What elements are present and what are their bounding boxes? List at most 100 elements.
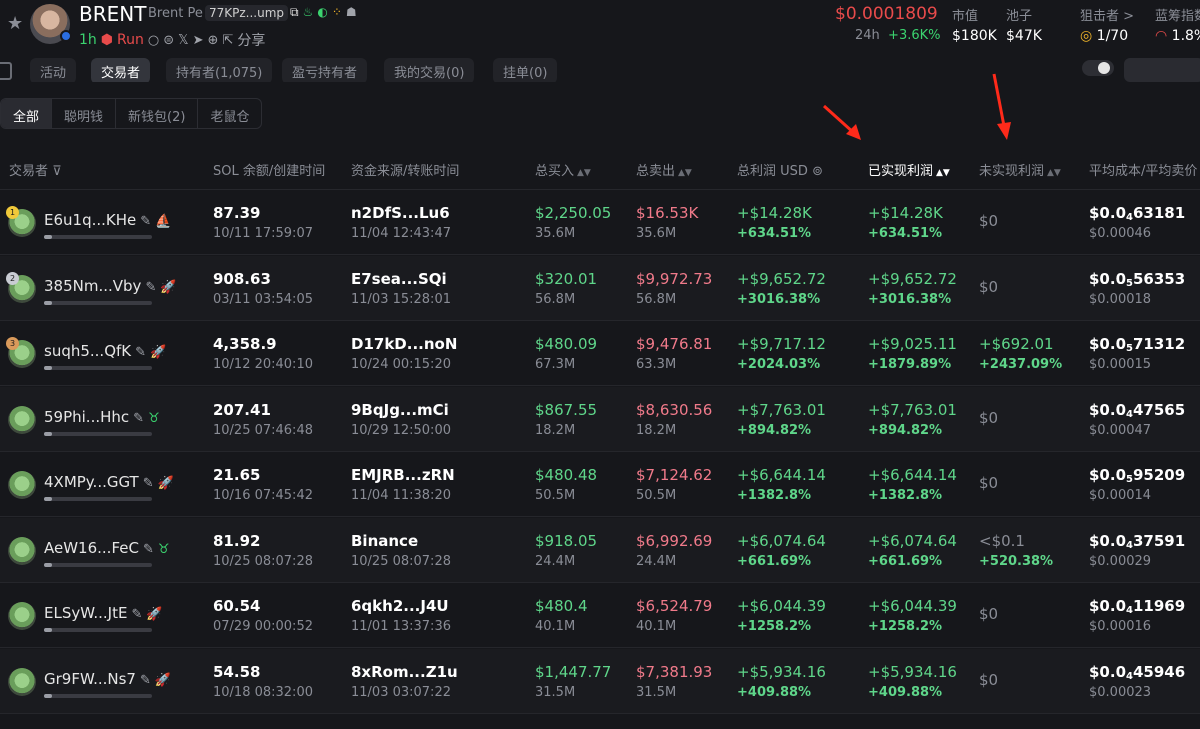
- avg-cost-prefix: $0.0: [1089, 400, 1127, 419]
- filter-insider[interactable]: 老鼠仓: [198, 99, 261, 128]
- trader-address-text: Gr9FW...Ns7: [44, 669, 136, 688]
- col-trader[interactable]: 交易者 ⊽: [9, 160, 62, 179]
- buy-amount: 50.5M: [535, 488, 576, 503]
- tab-traders[interactable]: 交易者: [91, 58, 151, 82]
- col-total-profit-label: 总利润 USD: [737, 164, 808, 179]
- funding-source[interactable]: n2DfS...Lu6: [351, 204, 450, 222]
- sol-balance: 21.65: [213, 466, 261, 484]
- col-sol-balance[interactable]: SOL 余额/创建时间: [213, 160, 325, 179]
- sort-icon[interactable]: ▲▼: [678, 168, 692, 178]
- trader-address[interactable]: 4XMPy...GGT ✎ 🚀: [44, 473, 174, 491]
- trader-address-text: ELSyW...JtE: [44, 604, 128, 622]
- token-address[interactable]: 77KPz...ump: [205, 5, 289, 21]
- funding-source[interactable]: 9BqJg...mCi: [351, 401, 449, 419]
- select-checkbox[interactable]: [0, 62, 12, 80]
- star-icon[interactable]: ★: [7, 13, 23, 34]
- edit-icon[interactable]: ✎: [133, 411, 144, 426]
- realized-profit: +$9,025.11: [868, 335, 957, 353]
- sort-icon[interactable]: ▲▼: [1047, 168, 1061, 178]
- tab-pnl-holders[interactable]: 盈亏持有者: [282, 58, 368, 82]
- tab-action-button[interactable]: [1124, 58, 1200, 82]
- tab-orders[interactable]: 挂单(0): [493, 58, 558, 82]
- x-icon[interactable]: 𝕏: [178, 33, 188, 48]
- funding-source[interactable]: Binance: [351, 532, 418, 550]
- sell-amount: 50.5M: [636, 488, 677, 503]
- table-row[interactable]: 2 385Nm...Vby ✎ 🚀 908.63 03/11 03:54:05 E7sea.…: [0, 255, 1200, 321]
- sort-icon[interactable]: ▲▼: [577, 168, 591, 178]
- edit-icon[interactable]: ✎: [143, 542, 154, 557]
- trader-address[interactable]: AeW16...FeC ✎ ♉: [44, 539, 170, 557]
- transfer-time: 11/01 13:37:36: [351, 619, 451, 634]
- total-profit-pct: +634.51%: [737, 226, 812, 241]
- telegram-icon[interactable]: ➤: [193, 33, 204, 48]
- edit-icon[interactable]: ✎: [145, 280, 156, 295]
- table-row[interactable]: AeW16...FeC ✎ ♉ 81.92 10/25 08:07:28 Binance 1…: [0, 517, 1200, 583]
- unrealized-profit-pct: +520.38%: [979, 553, 1054, 569]
- avg-cost-digits: 71312: [1132, 335, 1186, 353]
- col-trader-label: 交易者: [9, 164, 49, 179]
- edit-icon[interactable]: ✎: [143, 476, 154, 491]
- col-realized-profit[interactable]: 已实现利润 ▲▼: [868, 160, 950, 179]
- trader-address[interactable]: Gr9FW...Ns7 ✎ 🚀: [44, 670, 171, 688]
- table-row[interactable]: 4XMPy...GGT ✎ 🚀 21.65 10/16 07:45:42 EMJRB...…: [0, 452, 1200, 517]
- col-total-profit[interactable]: 总利润 USD ⊚: [737, 160, 823, 179]
- tab-holders[interactable]: 持有者(1,075): [166, 58, 273, 82]
- globe-icon[interactable]: ⊕: [208, 33, 219, 48]
- holding-bar: [44, 366, 152, 370]
- table-row[interactable]: 3 suqh5...QfK ✎ 🚀 4,358.9 10/12 20:40:10 D17kD…: [0, 321, 1200, 386]
- holding-bar: [44, 693, 152, 698]
- edit-icon[interactable]: ✎: [131, 607, 142, 622]
- filter-smart-money[interactable]: 聪明钱: [52, 99, 117, 128]
- total-profit: +$6,044.39: [737, 597, 826, 615]
- funding-source[interactable]: 6qkh2...J4U: [351, 597, 449, 615]
- sol-balance: 87.39: [213, 204, 261, 222]
- trader-address[interactable]: 59Phi...Hhc ✎ ♉: [44, 408, 160, 426]
- tab-my-trades[interactable]: 我的交易(0): [384, 58, 475, 82]
- wallet-tag-icon: ♉: [148, 410, 160, 426]
- table-row[interactable]: ELSyW...JtE ✎ 🚀 60.54 07/29 00:00:52 6qkh2...…: [0, 583, 1200, 648]
- table-row[interactable]: Gr9FW...Ns7 ✎ 🚀 54.58 10/18 08:32:00 8xRom...…: [0, 648, 1200, 714]
- funnel-icon[interactable]: ⊽: [52, 164, 62, 179]
- trader-address[interactable]: suqh5...QfK ✎ 🚀: [44, 342, 166, 360]
- realized-profit: +$5,934.16: [868, 662, 957, 681]
- sort-desc-icon[interactable]: ▲▼: [936, 168, 950, 178]
- copy-icon[interactable]: ⧉: [290, 5, 303, 19]
- col-unrealized-profit[interactable]: 未实现利润 ▲▼: [979, 160, 1061, 179]
- table-row[interactable]: 59Phi...Hhc ✎ ♉ 207.41 10/25 07:46:48 9BqJg..…: [0, 386, 1200, 452]
- funding-source[interactable]: D17kD...noN: [351, 335, 457, 353]
- trader-address[interactable]: E6u1q...KHe ✎ ⛵: [44, 211, 171, 229]
- col-funding-source[interactable]: 资金来源/转账时间: [351, 160, 459, 179]
- table-row[interactable]: 1 E6u1q...KHe ✎ ⛵ 87.39 10/11 17:59:07 n2DfS..…: [0, 190, 1200, 255]
- filter-toggle[interactable]: [1082, 60, 1114, 76]
- edit-icon[interactable]: ✎: [140, 214, 151, 229]
- realized-profit: +$6,044.39: [868, 597, 957, 615]
- trader-address-text: suqh5...QfK: [44, 342, 132, 360]
- total-sell: $9,476.81: [636, 335, 713, 353]
- edit-icon[interactable]: ✎: [135, 345, 146, 360]
- col-avg-cost[interactable]: 平均成本/平均卖价: [1089, 160, 1197, 179]
- trader-address[interactable]: ELSyW...JtE ✎ 🚀: [44, 604, 163, 622]
- currency-switch-icon[interactable]: ⊚: [812, 164, 823, 179]
- stat-snipers-label[interactable]: 狙击者 >: [1080, 5, 1134, 24]
- funding-source[interactable]: EMJRB...zRN: [351, 466, 455, 484]
- trader-address[interactable]: 385Nm...Vby ✎ 🚀: [44, 277, 177, 295]
- avg-sell: $0.00015: [1089, 357, 1152, 372]
- created-time: 10/16 07:45:42: [213, 488, 313, 503]
- edit-icon[interactable]: ✎: [140, 673, 151, 688]
- filter-new-wallet[interactable]: 新钱包(2): [116, 99, 199, 128]
- total-profit: +$6,074.64: [737, 531, 826, 550]
- col-total-buy[interactable]: 总买入 ▲▼: [535, 160, 591, 179]
- sol-balance: 54.58: [213, 662, 261, 681]
- token-price: $0.0001809: [835, 4, 938, 24]
- tab-activity[interactable]: 活动: [30, 58, 77, 82]
- share-button[interactable]: 分享: [237, 30, 265, 50]
- search-icon[interactable]: ○: [148, 33, 159, 48]
- share-icon[interactable]: ⇱: [222, 33, 233, 48]
- avg-cost: $0.0571312: [1089, 335, 1185, 354]
- funding-source[interactable]: E7sea...SQi: [351, 270, 447, 288]
- filter-icon[interactable]: ⊜: [163, 33, 174, 48]
- filter-all[interactable]: 全部: [1, 99, 53, 128]
- col-total-sell[interactable]: 总卖出 ▲▼: [636, 160, 692, 179]
- realized-profit: +$9,652.72: [868, 269, 957, 288]
- funding-source[interactable]: 8xRom...Z1u: [351, 663, 458, 681]
